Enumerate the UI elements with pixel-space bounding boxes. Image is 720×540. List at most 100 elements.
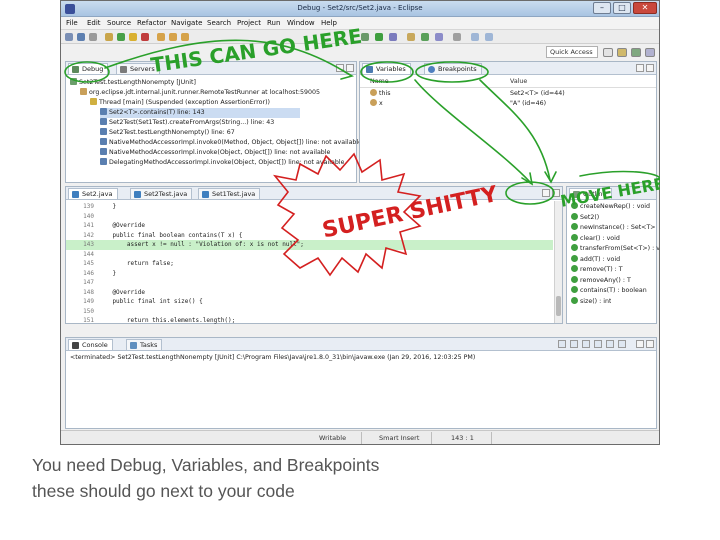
line-number[interactable]: 147 [66,278,98,288]
console-scroll-lock-icon[interactable] [594,340,602,348]
outline-item[interactable]: newInstance() : Set<T> [571,223,656,233]
menu-edit[interactable]: Edit [87,19,101,27]
menu-source[interactable]: Source [107,19,131,27]
quick-access-input[interactable]: Quick Access [546,46,598,58]
maximize-view-button[interactable] [646,64,654,72]
list-item[interactable]: Set2Test(Set1Test).createFromArgs(String… [100,118,274,128]
line-number[interactable]: 150 [66,307,98,317]
step-over-icon[interactable] [169,33,177,41]
maximize-editor-button[interactable] [552,189,560,197]
list-item[interactable]: NativeMethodAccessorImpl.invoke0(Method,… [100,138,362,148]
list-item[interactable]: Set2Test.testLengthNonempty() line: 67 [100,128,235,138]
code-line[interactable]: 144 [66,250,553,260]
tab-set2test-java[interactable]: Set2Test.java [130,188,193,199]
code-line[interactable]: 145 return false; [66,259,553,269]
code-line[interactable]: 142 public final boolean contains(T x) { [66,231,553,241]
step-into-icon[interactable] [157,33,165,41]
maximize-view-button[interactable] [646,340,654,348]
console-remove-icon[interactable] [570,340,578,348]
list-item[interactable]: org.eclipse.jdt.internal.junit.runner.Re… [80,88,320,98]
list-item[interactable]: Set2<T>.contains(T) line: 143 [100,108,300,118]
code-line[interactable]: 148 @Override [66,288,553,298]
minimize-button[interactable]: – [593,2,611,14]
debug-perspective-icon[interactable] [631,48,641,57]
suspend-icon[interactable] [129,33,137,41]
tab-servers[interactable]: Servers [116,63,160,74]
external-tools-icon[interactable] [389,33,397,41]
line-number[interactable]: 144 [66,250,98,260]
minimize-editor-button[interactable] [542,189,550,197]
line-number[interactable]: 142 [66,231,98,241]
open-perspective-icon[interactable] [603,48,613,57]
minimize-view-button[interactable] [636,64,644,72]
maximize-view-button[interactable] [346,64,354,72]
list-item[interactable]: Set2Test.testLengthNonempty [JUnit] [70,78,196,88]
outline-item[interactable]: add(T) : void [571,254,620,265]
console-display-icon[interactable] [618,340,626,348]
debug-icon[interactable] [361,33,369,41]
outline-item[interactable]: clear() : void [571,233,620,244]
menu-project[interactable]: Project [237,19,261,27]
line-number[interactable]: 143 [66,240,98,250]
code-line[interactable]: 150 [66,307,553,317]
print-icon[interactable] [89,33,97,41]
code-line[interactable]: 139 } [66,202,553,212]
list-item[interactable]: Thread [main] (Suspended (exception Asse… [90,98,270,108]
forward-icon[interactable] [485,33,493,41]
outline-item[interactable]: transferFrom(Set<T>) : void [571,244,659,254]
console-clear-icon[interactable] [582,340,590,348]
outline-item[interactable]: removeAny() : T [571,275,631,286]
resume-icon[interactable] [117,33,125,41]
tab-debug[interactable]: Debug [68,63,109,74]
back-icon[interactable] [471,33,479,41]
java-perspective-icon[interactable] [617,48,627,57]
code-line[interactable]: 147 [66,278,553,288]
new-icon[interactable] [65,33,73,41]
editor-scrollbar-thumb[interactable] [556,296,561,316]
close-button[interactable]: ✕ [633,2,657,14]
outline-item[interactable]: Set2() [571,212,599,223]
list-item[interactable]: DelegatingMethodAccessorImpl.invoke(Obje… [100,158,344,168]
terminate-icon[interactable] [141,33,149,41]
menu-search[interactable]: Search [207,19,231,27]
variable-row[interactable]: this [370,89,391,99]
skip-breakpoints-icon[interactable] [105,33,113,41]
menu-help[interactable]: Help [321,19,337,27]
open-type-icon[interactable] [435,33,443,41]
menu-window[interactable]: Window [287,19,315,27]
git-perspective-icon[interactable] [645,48,655,57]
run-icon[interactable] [375,33,383,41]
tab-outline[interactable]: Outline [569,188,612,199]
search-icon[interactable] [453,33,461,41]
console-pin-icon[interactable] [606,340,614,348]
editor-scrollbar[interactable] [554,201,562,323]
step-return-icon[interactable] [181,33,189,41]
column-header-name[interactable]: Name [370,77,389,87]
code-line[interactable]: 141 @Override [66,221,553,231]
menu-navigate[interactable]: Navigate [171,19,202,27]
column-header-value[interactable]: Value [510,77,527,87]
console-terminate-icon[interactable] [558,340,566,348]
line-number[interactable]: 146 [66,269,98,279]
new-package-icon[interactable] [407,33,415,41]
menu-run[interactable]: Run [267,19,280,27]
outline-item[interactable]: createNewRep() : void [571,202,650,212]
variable-row[interactable]: x [370,99,383,109]
tab-set1test-java[interactable]: Set1Test.java [198,188,261,199]
minimize-view-button[interactable] [636,340,644,348]
line-number[interactable]: 151 [66,316,98,326]
code-line[interactable]: 151 return this.elements.length(); [66,316,553,326]
tab-breakpoints[interactable]: Breakpoints [424,63,482,74]
new-class-icon[interactable] [421,33,429,41]
menu-file[interactable]: File [66,19,78,27]
maximize-button[interactable]: □ [613,2,631,14]
line-number[interactable]: 141 [66,221,98,231]
line-number[interactable]: 149 [66,297,98,307]
tab-console[interactable]: Console [68,339,113,350]
outline-item[interactable]: remove(T) : T [571,265,623,275]
tab-variables[interactable]: Variables [362,63,411,74]
tab-set2-java[interactable]: Set2.java [68,188,118,199]
save-icon[interactable] [77,33,85,41]
menu-refactor[interactable]: Refactor [137,19,166,27]
list-item[interactable]: NativeMethodAccessorImpl.invoke(Object, … [100,148,330,158]
